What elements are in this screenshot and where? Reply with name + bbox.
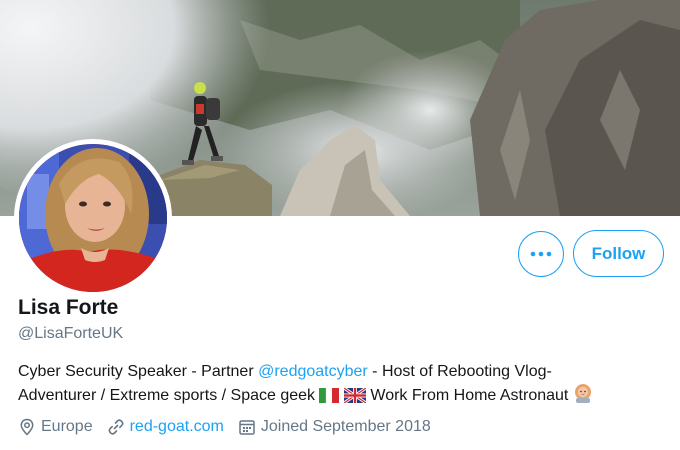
display-name: Lisa Forte bbox=[18, 296, 119, 319]
bio-text: Cyber Security Speaker - Partner bbox=[18, 363, 259, 380]
website-link[interactable]: red-goat.com bbox=[130, 418, 224, 436]
link-icon bbox=[108, 419, 124, 435]
bio-text: Adventurer / Extreme sports / Space geek bbox=[18, 387, 320, 404]
woman-astronaut-icon bbox=[574, 384, 591, 403]
uk-flag-icon bbox=[343, 388, 366, 403]
website-item[interactable]: red-goat.com bbox=[107, 418, 224, 436]
italy-flag-icon bbox=[319, 388, 340, 403]
joined-date: Joined September 2018 bbox=[260, 418, 431, 435]
follow-button[interactable]: Follow bbox=[573, 230, 664, 277]
bio-mention-link[interactable]: @redgoatcyber bbox=[258, 363, 368, 380]
profile-bio: Cyber Security Speaker - Partner @redgoa… bbox=[18, 360, 668, 407]
bio-text: - Host of Rebooting Vlog- bbox=[367, 363, 552, 380]
joined-item: Joined September 2018 bbox=[238, 418, 431, 436]
location-text: Europe bbox=[41, 418, 93, 435]
profile-meta: Europe red-goat.com Joined September 201… bbox=[18, 418, 445, 436]
bio-text: Work From Home Astronaut bbox=[365, 387, 573, 404]
location-pin-icon bbox=[20, 418, 34, 436]
location-item: Europe bbox=[18, 418, 93, 436]
profile-handle: @LisaForteUK bbox=[18, 325, 124, 342]
calendar-icon bbox=[239, 420, 255, 435]
more-horizontal-icon bbox=[530, 251, 552, 257]
more-options-button[interactable] bbox=[518, 231, 564, 277]
avatar[interactable] bbox=[14, 139, 172, 297]
avatar-image bbox=[19, 144, 167, 292]
